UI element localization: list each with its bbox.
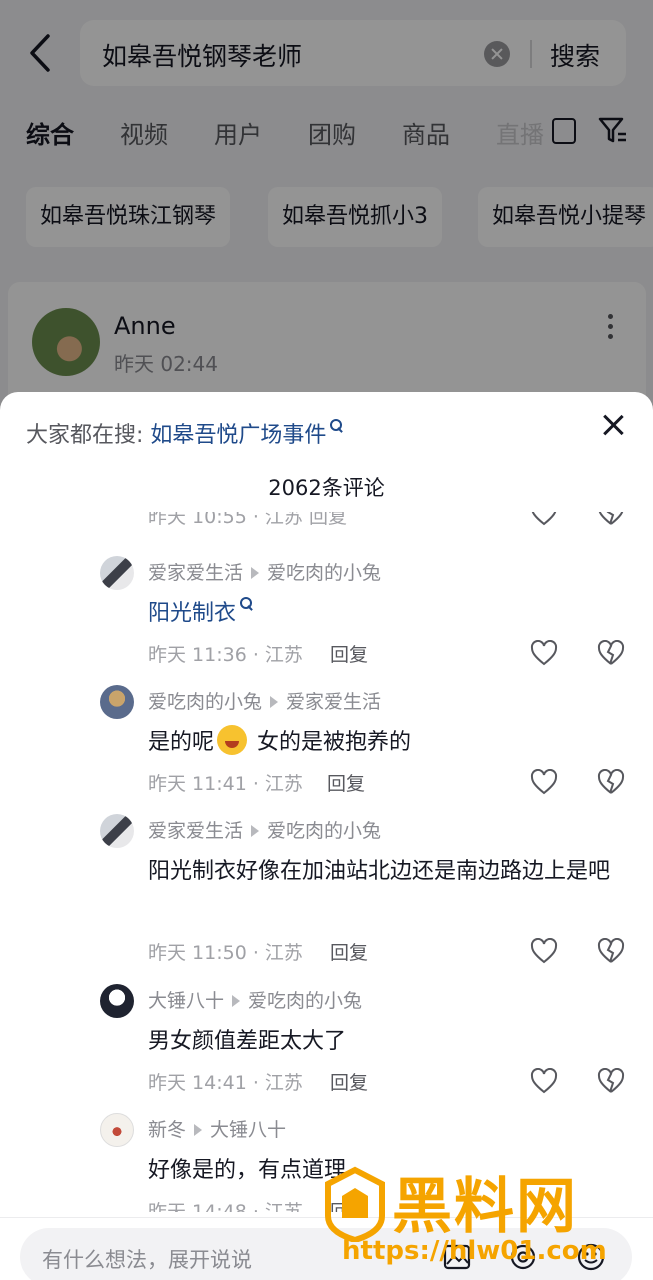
- comment-meta: 昨天 11:36 · 江苏: [148, 644, 303, 666]
- avatar[interactable]: [100, 1113, 134, 1147]
- like-icon[interactable]: [530, 769, 558, 795]
- comment-count: 2062条评论: [268, 476, 385, 500]
- avatar[interactable]: [100, 556, 134, 590]
- comment-author[interactable]: 爱吃肉的小兔: [148, 691, 262, 713]
- like-icon[interactable]: [530, 512, 558, 526]
- avatar[interactable]: [100, 814, 134, 848]
- search-icon: [328, 418, 344, 434]
- comment-author[interactable]: 爱家爱生活: [148, 820, 243, 842]
- comment-header: 大锤八十 爱吃肉的小兔: [148, 986, 362, 1013]
- reply-target[interactable]: 爱家爱生活: [286, 691, 381, 713]
- reply-arrow-icon: [251, 824, 260, 837]
- reply-arrow-icon: [194, 1123, 203, 1136]
- comment-author[interactable]: 爱家爱生活: [148, 562, 243, 584]
- like-icon[interactable]: [530, 1068, 558, 1094]
- comment-meta: 昨天 14:41 · 江苏: [148, 1072, 303, 1094]
- reply-arrow-icon: [232, 994, 241, 1007]
- comment-text[interactable]: 阳光制衣: [148, 594, 623, 634]
- comment-author[interactable]: 新冬: [148, 1119, 186, 1141]
- search-icon: [238, 596, 254, 612]
- dislike-icon[interactable]: [597, 1068, 625, 1094]
- comment-sheet: 大家都在搜: 如皋吾悦广场事件 2062条评论 昨天 10:55 · 江苏 回复…: [0, 392, 653, 1280]
- comment-meta: 昨天 11:50 · 江苏: [148, 942, 303, 964]
- hot-search-label: 大家都在搜:: [26, 423, 144, 448]
- reply-target[interactable]: 爱吃肉的小兔: [248, 990, 362, 1012]
- avatar[interactable]: [100, 685, 134, 719]
- dislike-icon[interactable]: [597, 769, 625, 795]
- reply-button[interactable]: 回复: [330, 1068, 368, 1095]
- reply-arrow-icon: [270, 695, 279, 708]
- watermark-title: 黑料网: [392, 1172, 578, 1242]
- laughing-crying-emoji-icon: [217, 725, 248, 755]
- dislike-icon[interactable]: [597, 512, 625, 526]
- reply-button[interactable]: 回复: [330, 938, 368, 965]
- reply-target[interactable]: 大锤八十: [210, 1119, 286, 1141]
- like-icon[interactable]: [530, 640, 558, 666]
- like-icon[interactable]: [530, 938, 558, 964]
- dislike-icon[interactable]: [597, 640, 625, 666]
- reply-arrow-icon: [251, 566, 260, 579]
- partial-comment-meta: 昨天 10:55 · 江苏 回复: [148, 512, 347, 528]
- comment-header: 新冬 大锤八十: [148, 1115, 286, 1142]
- watermark: 黑料网 https://hlw01.com: [322, 1160, 652, 1280]
- dislike-icon[interactable]: [597, 938, 625, 964]
- hot-search-row: 大家都在搜: 如皋吾悦广场事件: [26, 417, 344, 449]
- reply-target[interactable]: 爱吃肉的小兔: [267, 562, 381, 584]
- watermark-logo-icon: [325, 1166, 385, 1242]
- avatar[interactable]: [100, 984, 134, 1018]
- comment-meta: 昨天 11:41 · 江苏: [148, 773, 303, 795]
- comment-text: 阳光制衣好像在加油站北边还是南边路边上是吧: [148, 859, 611, 884]
- comment-input-placeholder: 有什么想法，展开说说: [42, 1248, 252, 1272]
- reply-button[interactable]: 回复: [330, 640, 368, 667]
- comment-header: 爱家爱生活 爱吃肉的小兔: [148, 816, 381, 843]
- hot-search-link[interactable]: 如皋吾悦广场事件: [150, 423, 326, 448]
- comment-header: 爱吃肉的小兔 爱家爱生活: [148, 687, 381, 714]
- close-icon[interactable]: [598, 410, 628, 440]
- comment-meta: 昨天 14:48 · 江苏: [148, 1201, 303, 1212]
- reply-button[interactable]: 回复: [327, 769, 365, 796]
- comment-text: 男女颜值差距太大了: [148, 1029, 347, 1054]
- comment-list[interactable]: 昨天 10:55 · 江苏 回复 爱家爱生活 爱吃肉的小兔 阳光制衣 昨天 11:…: [0, 512, 653, 1212]
- comment-author[interactable]: 大锤八十: [148, 990, 224, 1012]
- comment-header: 爱家爱生活 爱吃肉的小兔: [148, 558, 381, 585]
- reply-target[interactable]: 爱吃肉的小兔: [267, 820, 381, 842]
- watermark-url: https://hlw01.com: [342, 1236, 607, 1266]
- comment-text: 是的呢 女的是被抱养的: [148, 723, 623, 763]
